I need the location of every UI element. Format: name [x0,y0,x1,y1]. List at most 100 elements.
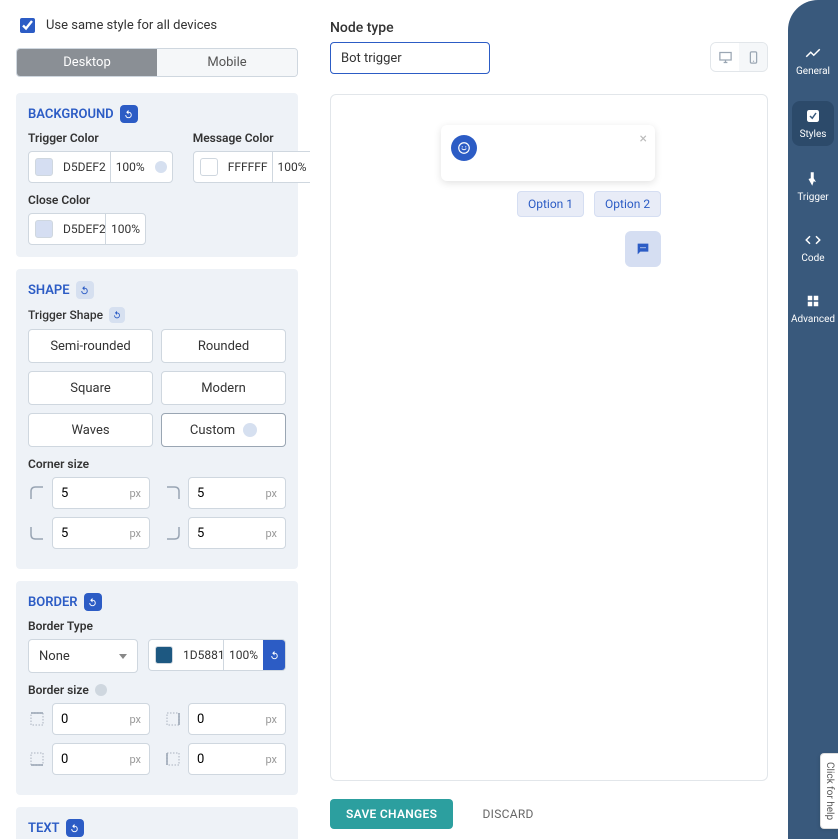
trigger-color-label: Trigger Color [28,131,173,145]
border-left-icon [164,750,182,768]
footer-actions: SAVE CHANGES DISCARD [330,781,768,839]
node-type-label: Node type [330,20,768,36]
text-reset-icon[interactable] [66,819,84,837]
shape-modern[interactable]: Modern [161,371,286,405]
border-bottom-icon [28,750,46,768]
close-color-hex[interactable]: D5DEF2 [59,222,105,236]
trigger-color-pct[interactable]: 100% [110,152,150,182]
unit-px: px [121,713,149,726]
message-color-hex[interactable]: FFFFFF [224,160,272,174]
corner-bl-input[interactable] [53,526,121,541]
close-color-swatch[interactable] [35,220,53,238]
close-color-pct[interactable]: 100% [105,214,145,244]
node-type-value: Bot trigger [341,51,402,66]
border-left-input[interactable] [189,752,257,767]
message-color-field[interactable]: FFFFFF 100% [193,151,310,183]
sidebar-label-advanced: Advanced [791,314,835,325]
sidebar-item-trigger[interactable]: Trigger [788,166,838,207]
corner-tr-icon [164,484,182,502]
trigger-color-hex[interactable]: D5DEF2 [59,160,110,174]
close-color-field[interactable]: D5DEF2 100% [28,213,146,245]
border-top-input[interactable] [53,712,121,727]
background-title: BACKGROUND [28,107,114,122]
corner-br-input[interactable] [189,526,257,541]
preview-desktop-button[interactable] [711,43,739,71]
panel-border: BORDER Border Type None 1D5881 100% [16,581,298,795]
shape-custom-label: Custom [190,423,235,438]
bot-avatar-icon [451,135,477,161]
border-color-reset-icon[interactable] [263,640,285,670]
message-color-pct[interactable]: 100% [272,152,311,182]
border-title: BORDER [28,595,78,610]
chat-message-bubble: × [441,125,655,181]
shape-custom[interactable]: Custom [161,413,286,447]
corner-tl-input[interactable] [53,486,121,501]
sidebar-item-general[interactable]: General [788,40,838,81]
preview-device-toggle [710,42,768,72]
border-color-hex[interactable]: 1D5881 [179,648,223,662]
corner-tr-input[interactable] [189,486,257,501]
trigger-color-swatch[interactable] [35,158,53,176]
border-color-field[interactable]: 1D5881 100% [148,639,286,671]
border-color-swatch[interactable] [155,646,173,664]
device-tabs: Desktop Mobile [16,48,298,77]
node-type-select[interactable]: Bot trigger [330,42,490,74]
shape-reset-icon[interactable] [76,281,94,299]
border-color-pct[interactable]: 100% [223,640,263,670]
unit-px: px [121,487,149,500]
unit-px: px [257,527,285,540]
preview-mobile-button[interactable] [739,43,767,71]
sidebar-item-advanced[interactable]: Advanced [788,288,838,329]
message-color-swatch[interactable] [200,158,218,176]
sidebar-label-styles: Styles [800,129,827,140]
use-same-style-checkbox[interactable]: Use same style for all devices [16,15,298,36]
right-sidebar: General Styles Trigger Code Advanced [788,0,838,839]
sidebar-label-code: Code [801,253,824,264]
shape-rounded[interactable]: Rounded [161,329,286,363]
border-size-label: Border size [28,683,89,697]
background-reset-icon[interactable] [120,105,138,123]
shape-custom-help-icon[interactable] [243,423,257,437]
shape-semi-rounded[interactable]: Semi-rounded [28,329,153,363]
shape-waves[interactable]: Waves [28,413,153,447]
help-tab[interactable]: Click for help [820,753,838,829]
panel-background: BACKGROUND Trigger Color D5DEF2 100% M [16,93,298,257]
corner-br-icon [164,524,182,542]
option-2-button[interactable]: Option 2 [594,191,661,217]
corner-size-label: Corner size [28,457,286,471]
tab-mobile[interactable]: Mobile [157,49,297,76]
border-top-icon [28,710,46,728]
tab-desktop[interactable]: Desktop [17,49,157,76]
sidebar-label-trigger: Trigger [797,192,828,203]
unit-px: px [257,753,285,766]
discard-button[interactable]: DISCARD [476,806,539,822]
trigger-color-field[interactable]: D5DEF2 100% [28,151,173,183]
close-icon[interactable]: × [640,131,647,147]
trigger-shape-reset-icon[interactable] [109,307,125,323]
border-right-input[interactable] [189,712,257,727]
sidebar-item-code[interactable]: Code [788,227,838,268]
unit-px: px [257,713,285,726]
close-color-label: Close Color [28,193,286,207]
border-right-icon [164,710,182,728]
panel-shape: SHAPE Trigger Shape Semi-rounded Rounded… [16,269,298,569]
use-same-style-input[interactable] [20,18,35,33]
border-bottom-input[interactable] [53,752,121,767]
shape-square[interactable]: Square [28,371,153,405]
sidebar-item-styles[interactable]: Styles [792,101,834,146]
option-1-button[interactable]: Option 1 [517,191,584,217]
sidebar-label-general: General [796,66,830,77]
info-icon[interactable] [95,684,107,696]
border-type-select[interactable]: None [28,639,138,673]
chat-trigger-button[interactable] [625,231,661,267]
chevron-down-icon [119,654,127,659]
border-reset-icon[interactable] [84,593,102,611]
border-type-value: None [39,649,70,664]
unit-px: px [121,527,149,540]
unit-px: px [257,487,285,500]
save-button[interactable]: SAVE CHANGES [330,799,453,829]
shape-title: SHAPE [28,283,70,298]
trigger-color-help-icon[interactable] [150,152,172,182]
trigger-shape-label: Trigger Shape [28,308,103,322]
use-same-style-label: Use same style for all devices [46,18,217,33]
